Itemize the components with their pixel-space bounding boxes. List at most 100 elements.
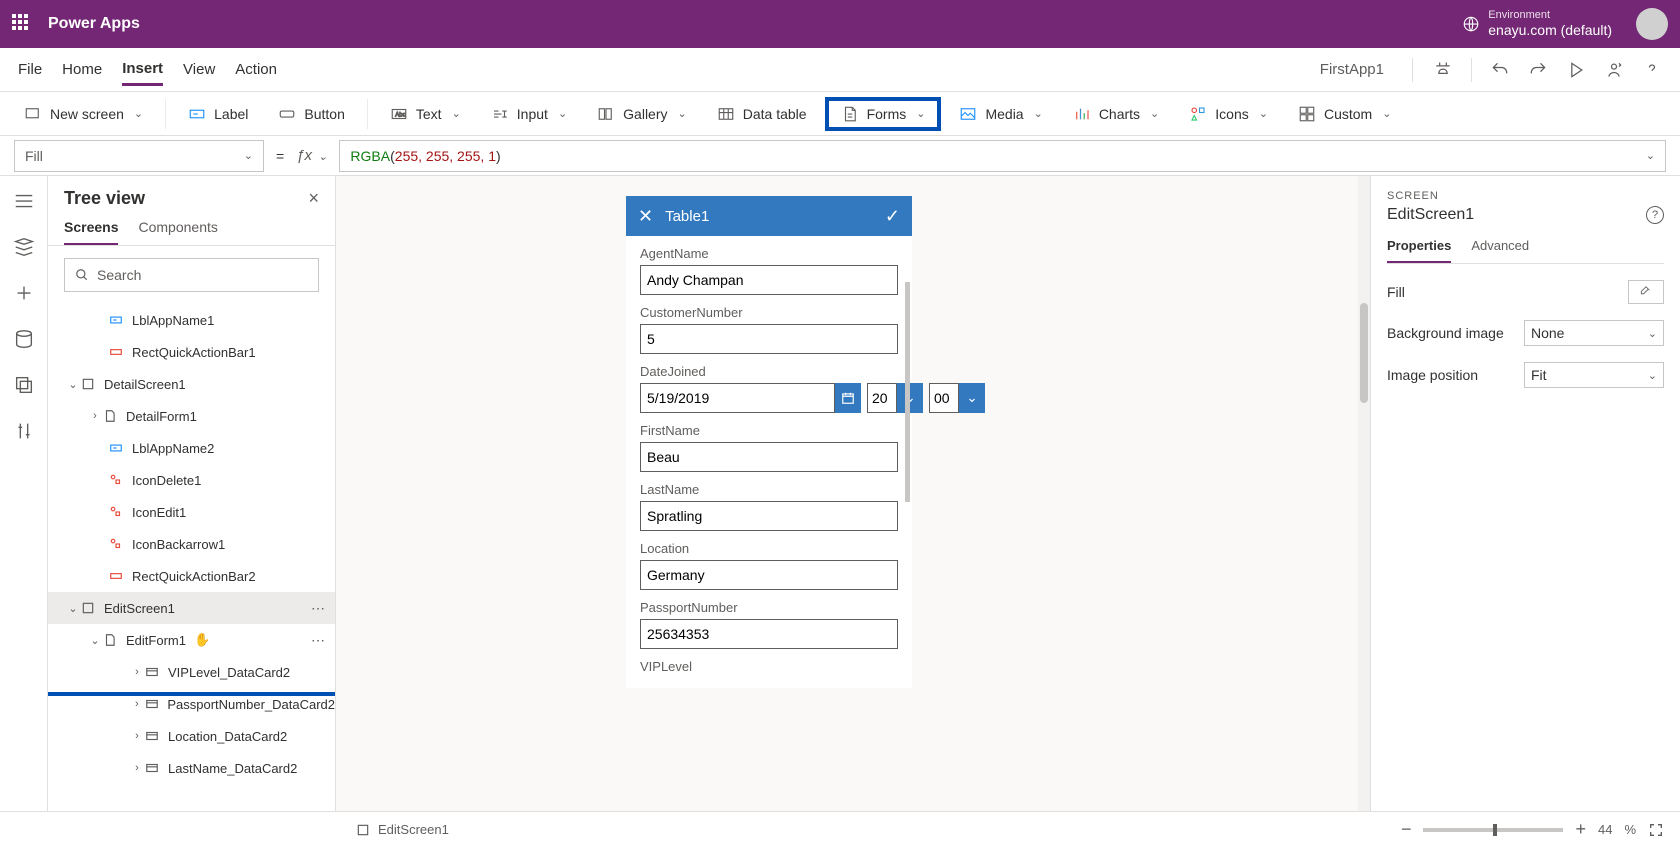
- zoom-out-button[interactable]: −: [1401, 819, 1412, 840]
- new-screen-button[interactable]: New screen⌄: [12, 99, 155, 129]
- tree-node-icondelete1[interactable]: IconDelete1: [48, 464, 335, 496]
- zoom-in-button[interactable]: +: [1575, 819, 1586, 840]
- data-icon[interactable]: [13, 328, 35, 350]
- media-rail-icon[interactable]: [13, 374, 35, 396]
- label-icon: [188, 105, 206, 123]
- input-hour[interactable]: [867, 383, 897, 413]
- redo-icon[interactable]: [1528, 60, 1548, 80]
- more-icon[interactable]: ⋯: [311, 632, 325, 649]
- props-section-label: SCREEN: [1387, 190, 1664, 202]
- tree-node-location-datacard2[interactable]: ›Location_DataCard2: [48, 720, 335, 752]
- gallery-button[interactable]: Gallery⌄: [585, 99, 699, 129]
- close-icon[interactable]: ×: [308, 188, 319, 209]
- input-customernumber[interactable]: [640, 324, 898, 354]
- tree-title: Tree view: [64, 188, 145, 209]
- input-button[interactable]: Input⌄: [479, 99, 579, 129]
- more-icon[interactable]: ⋯: [311, 600, 325, 617]
- form-close-icon[interactable]: ✕: [638, 206, 653, 227]
- form-title: Table1: [665, 208, 709, 225]
- minute-dropdown-icon[interactable]: ⌄: [959, 383, 985, 413]
- app-launcher-icon[interactable]: [12, 14, 32, 34]
- button-control-button[interactable]: Button: [266, 99, 356, 129]
- formula-expand-icon[interactable]: ⌄: [1646, 149, 1655, 162]
- bg-image-select[interactable]: None⌄: [1524, 320, 1664, 346]
- tab-properties[interactable]: Properties: [1387, 238, 1451, 263]
- input-minute[interactable]: [929, 383, 959, 413]
- input-date[interactable]: [640, 383, 835, 413]
- label-button[interactable]: Label: [176, 99, 260, 129]
- media-button[interactable]: Media⌄: [947, 99, 1054, 129]
- data-table-button[interactable]: Data table: [705, 99, 819, 129]
- fx-icon[interactable]: ƒx ⌄: [296, 147, 327, 164]
- tree-node-iconedit1[interactable]: IconEdit1: [48, 496, 335, 528]
- menu-insert[interactable]: Insert: [122, 54, 163, 86]
- tree-node-iconbackarrow1[interactable]: IconBackarrow1: [48, 528, 335, 560]
- tree-view-icon[interactable]: [13, 236, 35, 258]
- tree-node-lblappname2[interactable]: LblAppName2: [48, 432, 335, 464]
- forms-button[interactable]: Forms⌄: [825, 97, 942, 131]
- search-icon: [75, 268, 89, 282]
- input-passportnumber[interactable]: [640, 619, 898, 649]
- forms-icon: [841, 105, 859, 123]
- icons-button[interactable]: Icons⌄: [1177, 99, 1280, 129]
- label-viplevel: VIPLevel: [640, 659, 898, 674]
- form-preview[interactable]: ✕ Table1 ✓ AgentName CustomerNumber Date…: [626, 196, 912, 688]
- app-checker-icon[interactable]: [1433, 60, 1453, 80]
- help-icon[interactable]: [1642, 60, 1662, 80]
- tree-node-rectquickactionbar2[interactable]: RectQuickActionBar2: [48, 560, 335, 592]
- charts-button[interactable]: Charts⌄: [1061, 99, 1171, 129]
- prop-bg-label: Background image: [1387, 325, 1504, 341]
- tree-node-lblappname1[interactable]: LblAppName1: [48, 304, 335, 336]
- tree-node-viplevel-datacard2[interactable]: ›VIPLevel_DataCard2: [48, 656, 335, 688]
- menu-view[interactable]: View: [183, 55, 215, 84]
- image-position-select[interactable]: Fit⌄: [1524, 362, 1664, 388]
- tree-node-editscreen1[interactable]: ⌄EditScreen1⋯: [48, 592, 335, 624]
- menu-home[interactable]: Home: [62, 55, 102, 84]
- environment-selector[interactable]: Environment enayu.com (default): [1462, 9, 1612, 39]
- hour-dropdown-icon[interactable]: ⌄: [897, 383, 923, 413]
- menu-action[interactable]: Action: [235, 55, 277, 84]
- form-scrollbar[interactable]: [905, 282, 910, 502]
- input-location[interactable]: [640, 560, 898, 590]
- canvas-scrollbar-thumb[interactable]: [1360, 303, 1368, 403]
- tab-components[interactable]: Components: [138, 219, 217, 245]
- tab-screens[interactable]: Screens: [64, 219, 118, 245]
- gallery-icon: [597, 105, 615, 123]
- label-firstname: FirstName: [640, 423, 898, 438]
- search-input[interactable]: Search: [64, 258, 319, 292]
- tree-node-passportnumber-datacard2[interactable]: ›PassportNumber_DataCard2: [48, 688, 335, 720]
- tree-node-detailform1[interactable]: ›DetailForm1: [48, 400, 335, 432]
- tree-node-detailscreen1[interactable]: ⌄DetailScreen1: [48, 368, 335, 400]
- avatar[interactable]: [1636, 8, 1668, 40]
- input-firstname[interactable]: [640, 442, 898, 472]
- tree-node-editform1[interactable]: ⌄EditForm1✋⋯: [48, 624, 335, 656]
- screen-icon: [356, 823, 370, 837]
- zoom-slider[interactable]: [1423, 828, 1563, 832]
- prop-fill-label: Fill: [1387, 284, 1405, 300]
- add-icon[interactable]: [13, 282, 35, 304]
- tree-node-lastname-datacard2[interactable]: ›LastName_DataCard2: [48, 752, 335, 784]
- share-icon[interactable]: [1604, 60, 1624, 80]
- canvas-scrollbar-track[interactable]: [1358, 176, 1370, 811]
- fit-to-window-icon[interactable]: [1648, 822, 1664, 838]
- formula-input[interactable]: RGBA(255, 255, 255, 1) ⌄: [339, 140, 1666, 172]
- input-lastname[interactable]: [640, 501, 898, 531]
- info-icon[interactable]: ?: [1646, 206, 1664, 224]
- preview-icon[interactable]: [1566, 60, 1586, 80]
- menu-file[interactable]: File: [18, 55, 42, 84]
- custom-button[interactable]: Custom⌄: [1286, 99, 1403, 129]
- text-button[interactable]: Abc Text⌄: [378, 99, 473, 129]
- tab-advanced[interactable]: Advanced: [1471, 238, 1529, 263]
- fill-color-picker[interactable]: [1628, 280, 1664, 304]
- form-check-icon[interactable]: ✓: [885, 206, 900, 227]
- undo-icon[interactable]: [1490, 60, 1510, 80]
- hamburger-icon[interactable]: [13, 190, 35, 212]
- tools-icon[interactable]: [13, 420, 35, 442]
- label-datejoined: DateJoined: [640, 364, 898, 379]
- tree-node-rectquickactionbar1[interactable]: RectQuickActionBar1: [48, 336, 335, 368]
- label-passportnumber: PassportNumber: [640, 600, 898, 615]
- property-selector[interactable]: Fill ⌄: [14, 140, 264, 172]
- input-agentname[interactable]: [640, 265, 898, 295]
- calendar-icon[interactable]: [835, 383, 861, 413]
- charts-icon: [1073, 105, 1091, 123]
